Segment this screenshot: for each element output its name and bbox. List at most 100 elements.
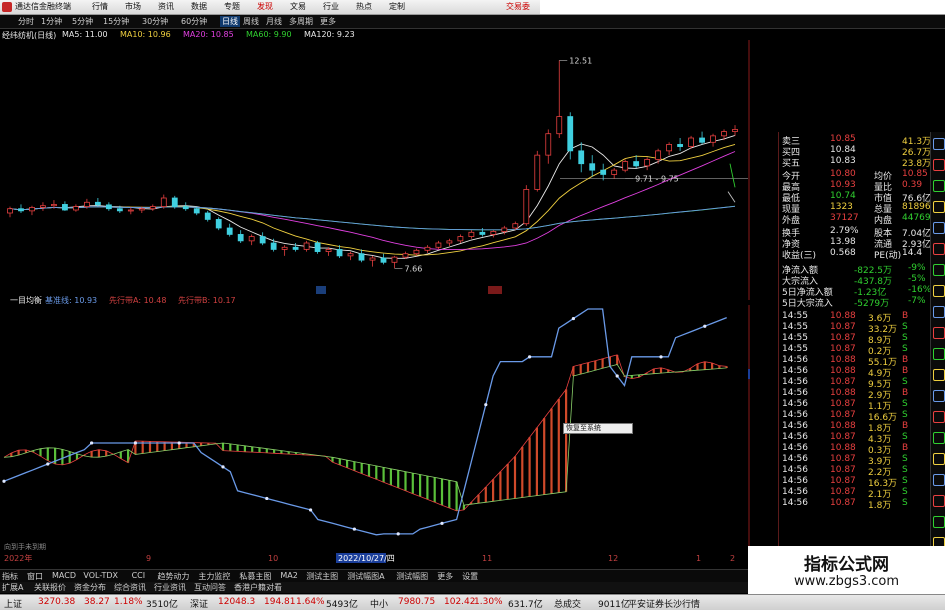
period-tab[interactable]: 分时 <box>18 16 34 27</box>
tool-icon[interactable] <box>933 138 945 150</box>
tool-icon[interactable] <box>933 285 945 297</box>
menu-item[interactable]: 市场 <box>125 1 141 12</box>
tick-time: 14:56 <box>782 454 808 464</box>
extension-tab[interactable]: 关联报价 <box>34 582 66 593</box>
menu-item[interactable]: 文易 <box>290 1 306 12</box>
tool-icon[interactable] <box>933 306 945 318</box>
tick-price: 10.87 <box>830 333 856 343</box>
tick-price: 10.87 <box>830 410 856 420</box>
period-tab[interactable]: 周线 <box>243 16 259 27</box>
indicator-tab[interactable]: 指标 <box>2 571 18 582</box>
menu-item[interactable]: 发现 <box>257 1 273 12</box>
indicator-tab[interactable]: 测试主图 <box>306 571 338 582</box>
extension-tab[interactable]: 扩展A <box>2 582 23 593</box>
status-item: 9011亿 <box>598 600 630 610</box>
app-title: 通达信金融终端 <box>15 2 71 11</box>
indicator-tab[interactable]: 设置 <box>462 571 478 582</box>
quote-row: 今开 10.80 均价 10.85 <box>752 169 945 182</box>
candle-body <box>369 257 376 261</box>
indicator-tab[interactable]: MACD <box>52 571 76 580</box>
menu-item[interactable]: 专题 <box>224 1 240 12</box>
tool-icon[interactable] <box>933 222 945 234</box>
tool-icon[interactable] <box>933 516 945 528</box>
candle-body <box>479 231 486 235</box>
indicator-tab[interactable]: VOL-TDX <box>83 571 118 580</box>
base-line-point <box>484 403 488 407</box>
trade-tick-row: 14:56 10.88 55.1万 B <box>752 355 945 368</box>
tool-icon[interactable] <box>933 411 945 423</box>
period-tab[interactable]: 多周期 <box>289 16 313 27</box>
tool-icon[interactable] <box>933 453 945 465</box>
candle-body <box>468 231 475 237</box>
tool-icon[interactable] <box>933 369 945 381</box>
tick-price: 10.87 <box>830 399 856 409</box>
menu-item[interactable]: 行业 <box>323 1 339 12</box>
extension-tab[interactable]: 行业资讯 <box>154 582 186 593</box>
menu-item[interactable]: 行情 <box>92 1 108 12</box>
quote-value: 10.80 <box>830 169 856 179</box>
tool-icon[interactable] <box>933 432 945 444</box>
ma60-extension <box>729 163 736 188</box>
candle-body <box>270 242 277 250</box>
trade-tick-row: 14:56 10.87 9.5万 S <box>752 377 945 390</box>
status-item: 38.27 <box>84 597 110 607</box>
tool-icon[interactable] <box>933 180 945 192</box>
status-item: 5493亿 <box>326 600 358 610</box>
candle-body <box>721 131 727 137</box>
quote-label: 买五 <box>782 159 801 169</box>
status-item: 1.18% <box>114 597 143 607</box>
period-tab[interactable]: 月线 <box>266 16 282 27</box>
extension-tab[interactable]: 香港户籍对看 <box>234 582 282 593</box>
indicator-tab[interactable]: 测试幅图A <box>347 571 384 582</box>
candle-body <box>303 242 310 250</box>
extension-tab[interactable]: 综合资讯 <box>114 582 146 593</box>
indicator-tab[interactable]: 主力监控 <box>198 571 230 582</box>
tool-icon[interactable] <box>933 243 945 255</box>
period-tab[interactable]: 30分钟 <box>142 16 168 27</box>
menu-item[interactable]: 定制 <box>389 1 405 12</box>
tick-side: S <box>902 465 908 475</box>
tick-side: S <box>902 344 908 354</box>
period-tab[interactable]: 1分钟 <box>41 16 62 27</box>
indicator-tab[interactable]: 私募主图 <box>239 571 271 582</box>
extension-tab[interactable]: 互动问答 <box>194 582 226 593</box>
indicator-tab[interactable]: 窗口 <box>27 571 43 582</box>
period-tab[interactable]: 5分钟 <box>72 16 93 27</box>
candle-body <box>149 206 156 210</box>
candle-body <box>402 253 409 258</box>
candle-body <box>457 236 464 242</box>
period-tab[interactable]: 更多 <box>320 16 336 27</box>
tool-icon[interactable] <box>933 264 945 276</box>
date-axis-label: 2022/10/27/四 <box>338 554 395 563</box>
menu-item[interactable]: 热点 <box>356 1 372 12</box>
tool-icon[interactable] <box>933 495 945 507</box>
indicator-tab[interactable]: 测试幅图 <box>396 571 428 582</box>
indicator-tab[interactable]: CCI <box>132 571 146 580</box>
tick-time: 14:56 <box>782 465 808 475</box>
extension-tab[interactable]: 资金分布 <box>74 582 106 593</box>
candlestick-chart[interactable]: 12.519.71 - 9.757.6610.009.509.008.50 <box>0 40 750 300</box>
indicator-tab[interactable]: 更多 <box>437 571 453 582</box>
indicator-tab[interactable]: 趋势动力 <box>157 571 189 582</box>
quote-row: 最高 10.93 量比 0.39 <box>752 180 945 193</box>
tool-icon[interactable] <box>933 159 945 171</box>
tool-icon[interactable] <box>933 474 945 486</box>
tool-icon[interactable] <box>933 348 945 360</box>
tool-icon[interactable] <box>933 201 945 213</box>
ma-value-label: MA20: 10.85 <box>183 30 234 39</box>
period-tab[interactable]: 日线 <box>220 16 240 27</box>
candle-body <box>391 256 398 263</box>
quote-label: 内盘 <box>874 216 893 226</box>
tool-icon[interactable] <box>933 390 945 402</box>
tool-icon[interactable] <box>933 327 945 339</box>
trade-button[interactable]: 交易委 <box>506 1 530 12</box>
menu-item[interactable]: 数据 <box>191 1 207 12</box>
date-axis-label: 2022年 <box>4 553 32 563</box>
menu-item[interactable]: 资讯 <box>158 1 174 12</box>
indicator-tab[interactable]: MA2 <box>280 571 297 580</box>
period-tab[interactable]: 15分钟 <box>103 16 129 27</box>
period-tab[interactable]: 60分钟 <box>181 16 207 27</box>
restore-tooltip[interactable]: 恢复至系统 <box>563 423 633 434</box>
quote-value: 0.39 <box>902 180 923 190</box>
ichimoku-chart[interactable]: 10.259.929.759.509.259.008.758.508.25202… <box>0 305 750 563</box>
